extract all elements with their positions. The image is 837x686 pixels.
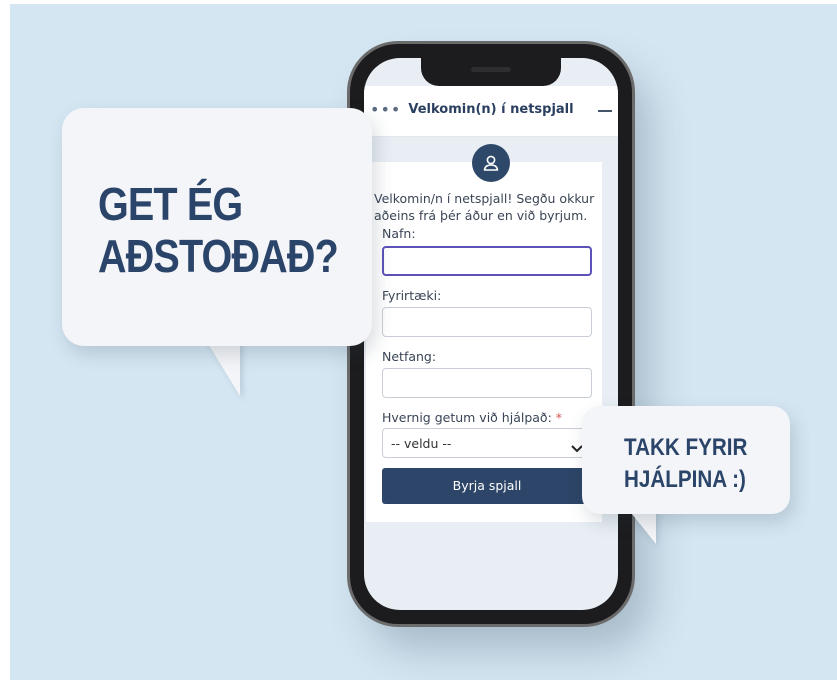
- intro-text: Velkomin/n í netspjall! Segðu okkur aðei…: [374, 191, 595, 223]
- help-label-text: Hvernig getum við hjálpað:: [382, 410, 552, 425]
- company-label: Fyrirtæki:: [382, 288, 442, 303]
- phone-screen: ••• Velkomin(n) í netspjall Velkomin/n í…: [364, 58, 618, 610]
- bubble-thanks-text: TAKK FYRIR HJÁLPINA :): [624, 432, 770, 496]
- help-label: Hvernig getum við hjálpað: *: [382, 410, 562, 425]
- required-mark: *: [555, 410, 563, 425]
- name-field[interactable]: [382, 246, 592, 276]
- bubble-question-line2: AÐSTOÐAÐ?: [98, 230, 339, 282]
- user-icon: [472, 144, 510, 182]
- help-select-value: -- veldu --: [391, 436, 452, 451]
- prechat-form: Velkomin/n í netspjall! Segðu okkur aðei…: [366, 162, 602, 522]
- speaker-grille: [471, 67, 511, 72]
- name-label: Nafn:: [382, 226, 416, 241]
- email-field[interactable]: [382, 368, 592, 398]
- speech-bubble-thanks: TAKK FYRIR HJÁLPINA :): [582, 406, 790, 514]
- promo-scene: ••• Velkomin(n) í netspjall Velkomin/n í…: [10, 4, 837, 680]
- bubble-thanks-line2: HJÁLPINA :): [624, 466, 746, 493]
- start-chat-button[interactable]: Byrja spjall: [382, 468, 592, 504]
- chat-header-title: Velkomin(n) í netspjall: [408, 102, 574, 117]
- bubble-question-text: GET ÉG AÐSTOÐAÐ?: [98, 178, 339, 282]
- email-label: Netfang:: [382, 349, 437, 364]
- company-field[interactable]: [382, 307, 592, 337]
- speech-bubble-question: GET ÉG AÐSTOÐAÐ?: [62, 108, 372, 346]
- minimize-icon[interactable]: [598, 110, 612, 112]
- phone-mockup: ••• Velkomin(n) í netspjall Velkomin/n í…: [350, 44, 632, 624]
- bubble-thanks-line1: TAKK FYRIR: [624, 434, 748, 461]
- phone-notch: [421, 58, 561, 86]
- chat-header: ••• Velkomin(n) í netspjall: [364, 86, 618, 137]
- bubble-question-line1: GET ÉG: [98, 178, 243, 230]
- help-select[interactable]: -- veldu --: [382, 428, 592, 458]
